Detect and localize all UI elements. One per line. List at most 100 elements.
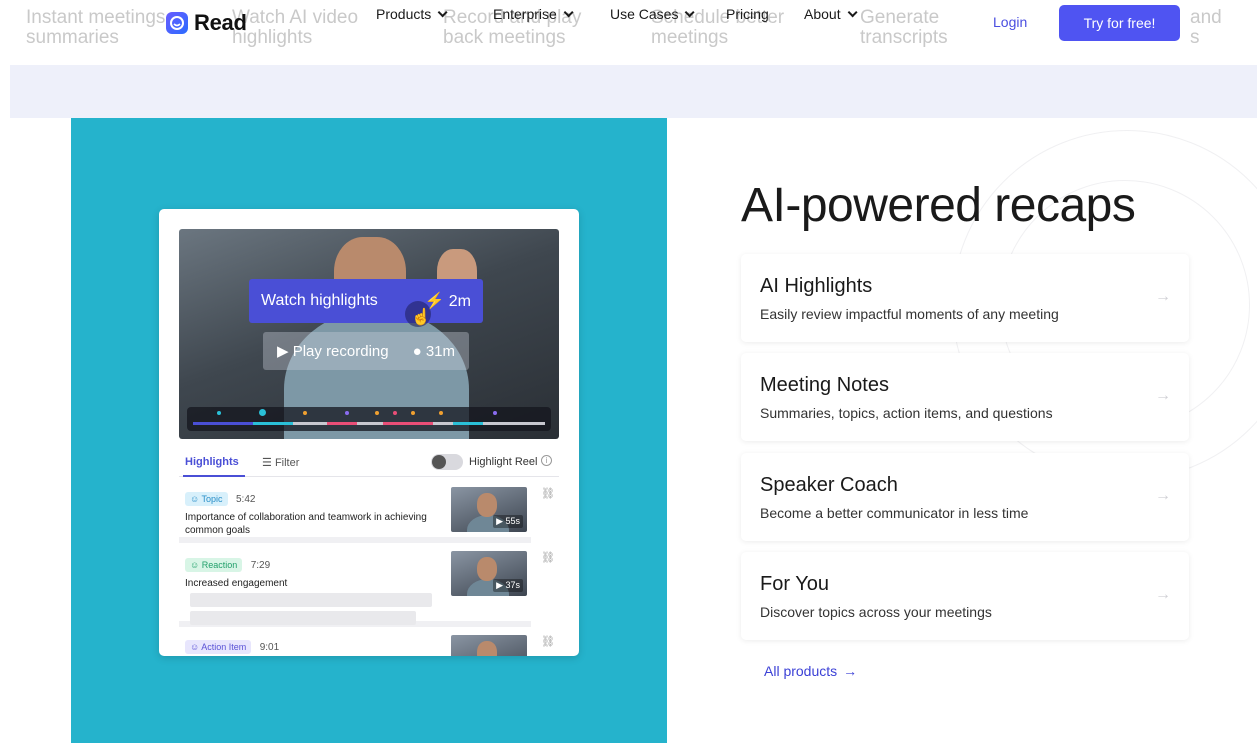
thumb-face [477,641,497,656]
hand-cursor-icon: ☝ [411,309,431,326]
all-products-link[interactable]: All products → [764,663,857,679]
highlight-reel-label: Highlight Reel [469,456,538,468]
play-recording-button[interactable]: ▶ Play recording ● 31m [263,332,469,370]
timeline-marker [217,411,221,415]
feature-card-speaker-coach[interactable]: Speaker Coach Become a better communicat… [741,453,1189,541]
tab-highlights[interactable]: Highlights [185,456,239,468]
link-icon[interactable]: ⛓ [541,635,555,648]
highlight-time: 9:01 [259,642,280,653]
nav-about[interactable]: About [804,6,858,22]
highlight-content: ☺ Topic 5:42 Importance of collaboration… [185,489,435,537]
chevron-down-icon [437,6,448,17]
highlight-thumbnail[interactable]: ▶ 55s [451,487,527,532]
chevron-down-icon [563,6,574,17]
timeline-marker [393,411,397,415]
chevron-down-icon [685,6,696,17]
play-duration: 31m [425,342,455,360]
timeline-marker [493,411,497,415]
tag-label: Action Item [201,642,247,652]
thumb-duration: ▶ 37s [493,579,523,592]
nav-label: Enterprise [493,6,557,22]
feature-description: Become a better communicator in less tim… [760,505,1029,521]
filter-button[interactable]: ☰ Filter [262,456,299,469]
watch-highlights-button[interactable]: Watch highlights ⚡ 2m [249,279,483,323]
arrow-right-icon: → [1155,387,1171,404]
play-icon: ▶ [277,343,289,360]
play-label-group: ▶ Play recording [277,342,389,360]
arrow-right-icon: → [1155,487,1171,504]
feature-description: Easily review impactful moments of any m… [760,306,1059,322]
thumb-duration-value: 55s [505,516,520,526]
play-duration-group: ● 31m [413,343,455,360]
play-label: Play recording [292,343,389,360]
timeline-marker [411,411,415,415]
highlights-toolbar: Highlights ☰ Filter Highlight Reel i [179,449,559,477]
feature-card-meeting-notes[interactable]: Meeting Notes Summaries, topics, action … [741,353,1189,441]
link-icon[interactable]: ⛓ [541,487,555,500]
highlight-item[interactable]: ☺ Reaction 7:29 Increased engagement ▶ 3… [179,547,555,627]
nav-products[interactable]: Products [376,6,448,22]
highlight-time: 7:29 [250,560,271,571]
highlight-content: ☺ Reaction 7:29 Increased engagement [185,555,435,590]
highlight-text: Importance of collaboration and teamwork… [185,512,427,536]
section-headline: AI-powered recaps [741,179,1136,232]
highlight-thumbnail[interactable] [451,635,527,656]
watch-duration-value: 2m [448,293,471,310]
arrow-right-icon: → [843,663,858,679]
highlight-content: ☺ Action Item 9:01 [185,637,435,655]
thumb-duration: ▶ 55s [493,515,523,528]
action-item-tag: ☺ Action Item [185,640,252,654]
brand-logo[interactable]: Read [166,10,247,36]
video-timeline[interactable] [187,407,551,431]
feature-title: Meeting Notes [760,374,889,396]
thumb-face [477,493,497,517]
filter-label: Filter [274,457,300,469]
timeline-segment [193,422,253,425]
active-tab-indicator [183,475,245,477]
video-preview[interactable]: Watch highlights ⚡ 2m ☝ ▶ Play recording … [179,229,559,439]
thumb-duration-value: 37s [505,580,520,590]
read-logo-icon [166,12,188,34]
info-icon[interactable]: i [541,455,552,466]
timeline-marker [375,411,379,415]
link-icon[interactable]: ⛓ [541,551,555,564]
feature-card-ai-highlights[interactable]: AI Highlights Easily review impactful mo… [741,254,1189,342]
arrow-right-icon: → [1155,586,1171,603]
highlight-thumbnail[interactable]: ▶ 37s [451,551,527,596]
nav-pricing[interactable]: Pricing [726,6,769,22]
feature-card-for-you[interactable]: For You Discover topics across your meet… [741,552,1189,640]
feature-description: Summaries, topics, action items, and que… [760,405,1053,421]
filter-icon: ☰ [262,457,272,469]
nav-label: About [804,6,841,22]
feature-title: AI Highlights [760,275,873,297]
thumb-face [477,557,497,581]
watch-duration: ⚡ 2m [425,291,471,311]
watch-label: Watch highlights [261,292,378,309]
nav-use-cases[interactable]: Use Cases [610,6,696,22]
reaction-tag: ☺ Reaction [185,558,243,572]
arrow-right-icon: → [1155,288,1171,305]
highlight-text: Increased engagement [185,578,288,589]
timeline-segment [253,422,293,425]
highlight-item[interactable]: ☺ Topic 5:42 Importance of collaboration… [179,481,555,543]
nav-label: Use Cases [610,6,679,22]
timeline-playhead[interactable] [259,409,266,416]
highlight-item[interactable]: ☺ Action Item 9:01 ⛓ [179,631,555,656]
try-free-button[interactable]: Try for free! [1059,5,1180,41]
highlight-time: 5:42 [236,494,256,505]
feature-title: For You [760,573,829,595]
demo-card: Watch highlights ⚡ 2m ☝ ▶ Play recording … [159,209,579,656]
timeline-marker [345,411,349,415]
nav-label: Products [376,6,432,22]
login-link[interactable]: Login [993,14,1027,30]
all-products-label: All products [764,663,838,679]
tag-label: Reaction [201,560,238,570]
nav-label: Pricing [726,6,769,22]
nav-enterprise[interactable]: Enterprise [493,6,574,22]
tag-label: Topic [201,494,223,504]
topic-tag: ☺ Topic [185,492,228,506]
placeholder-line [190,611,416,625]
timeline-segment [327,422,357,425]
highlight-reel-toggle[interactable] [431,454,463,470]
site-header: Read Products Enterprise Use Cases Prici… [0,0,1257,46]
